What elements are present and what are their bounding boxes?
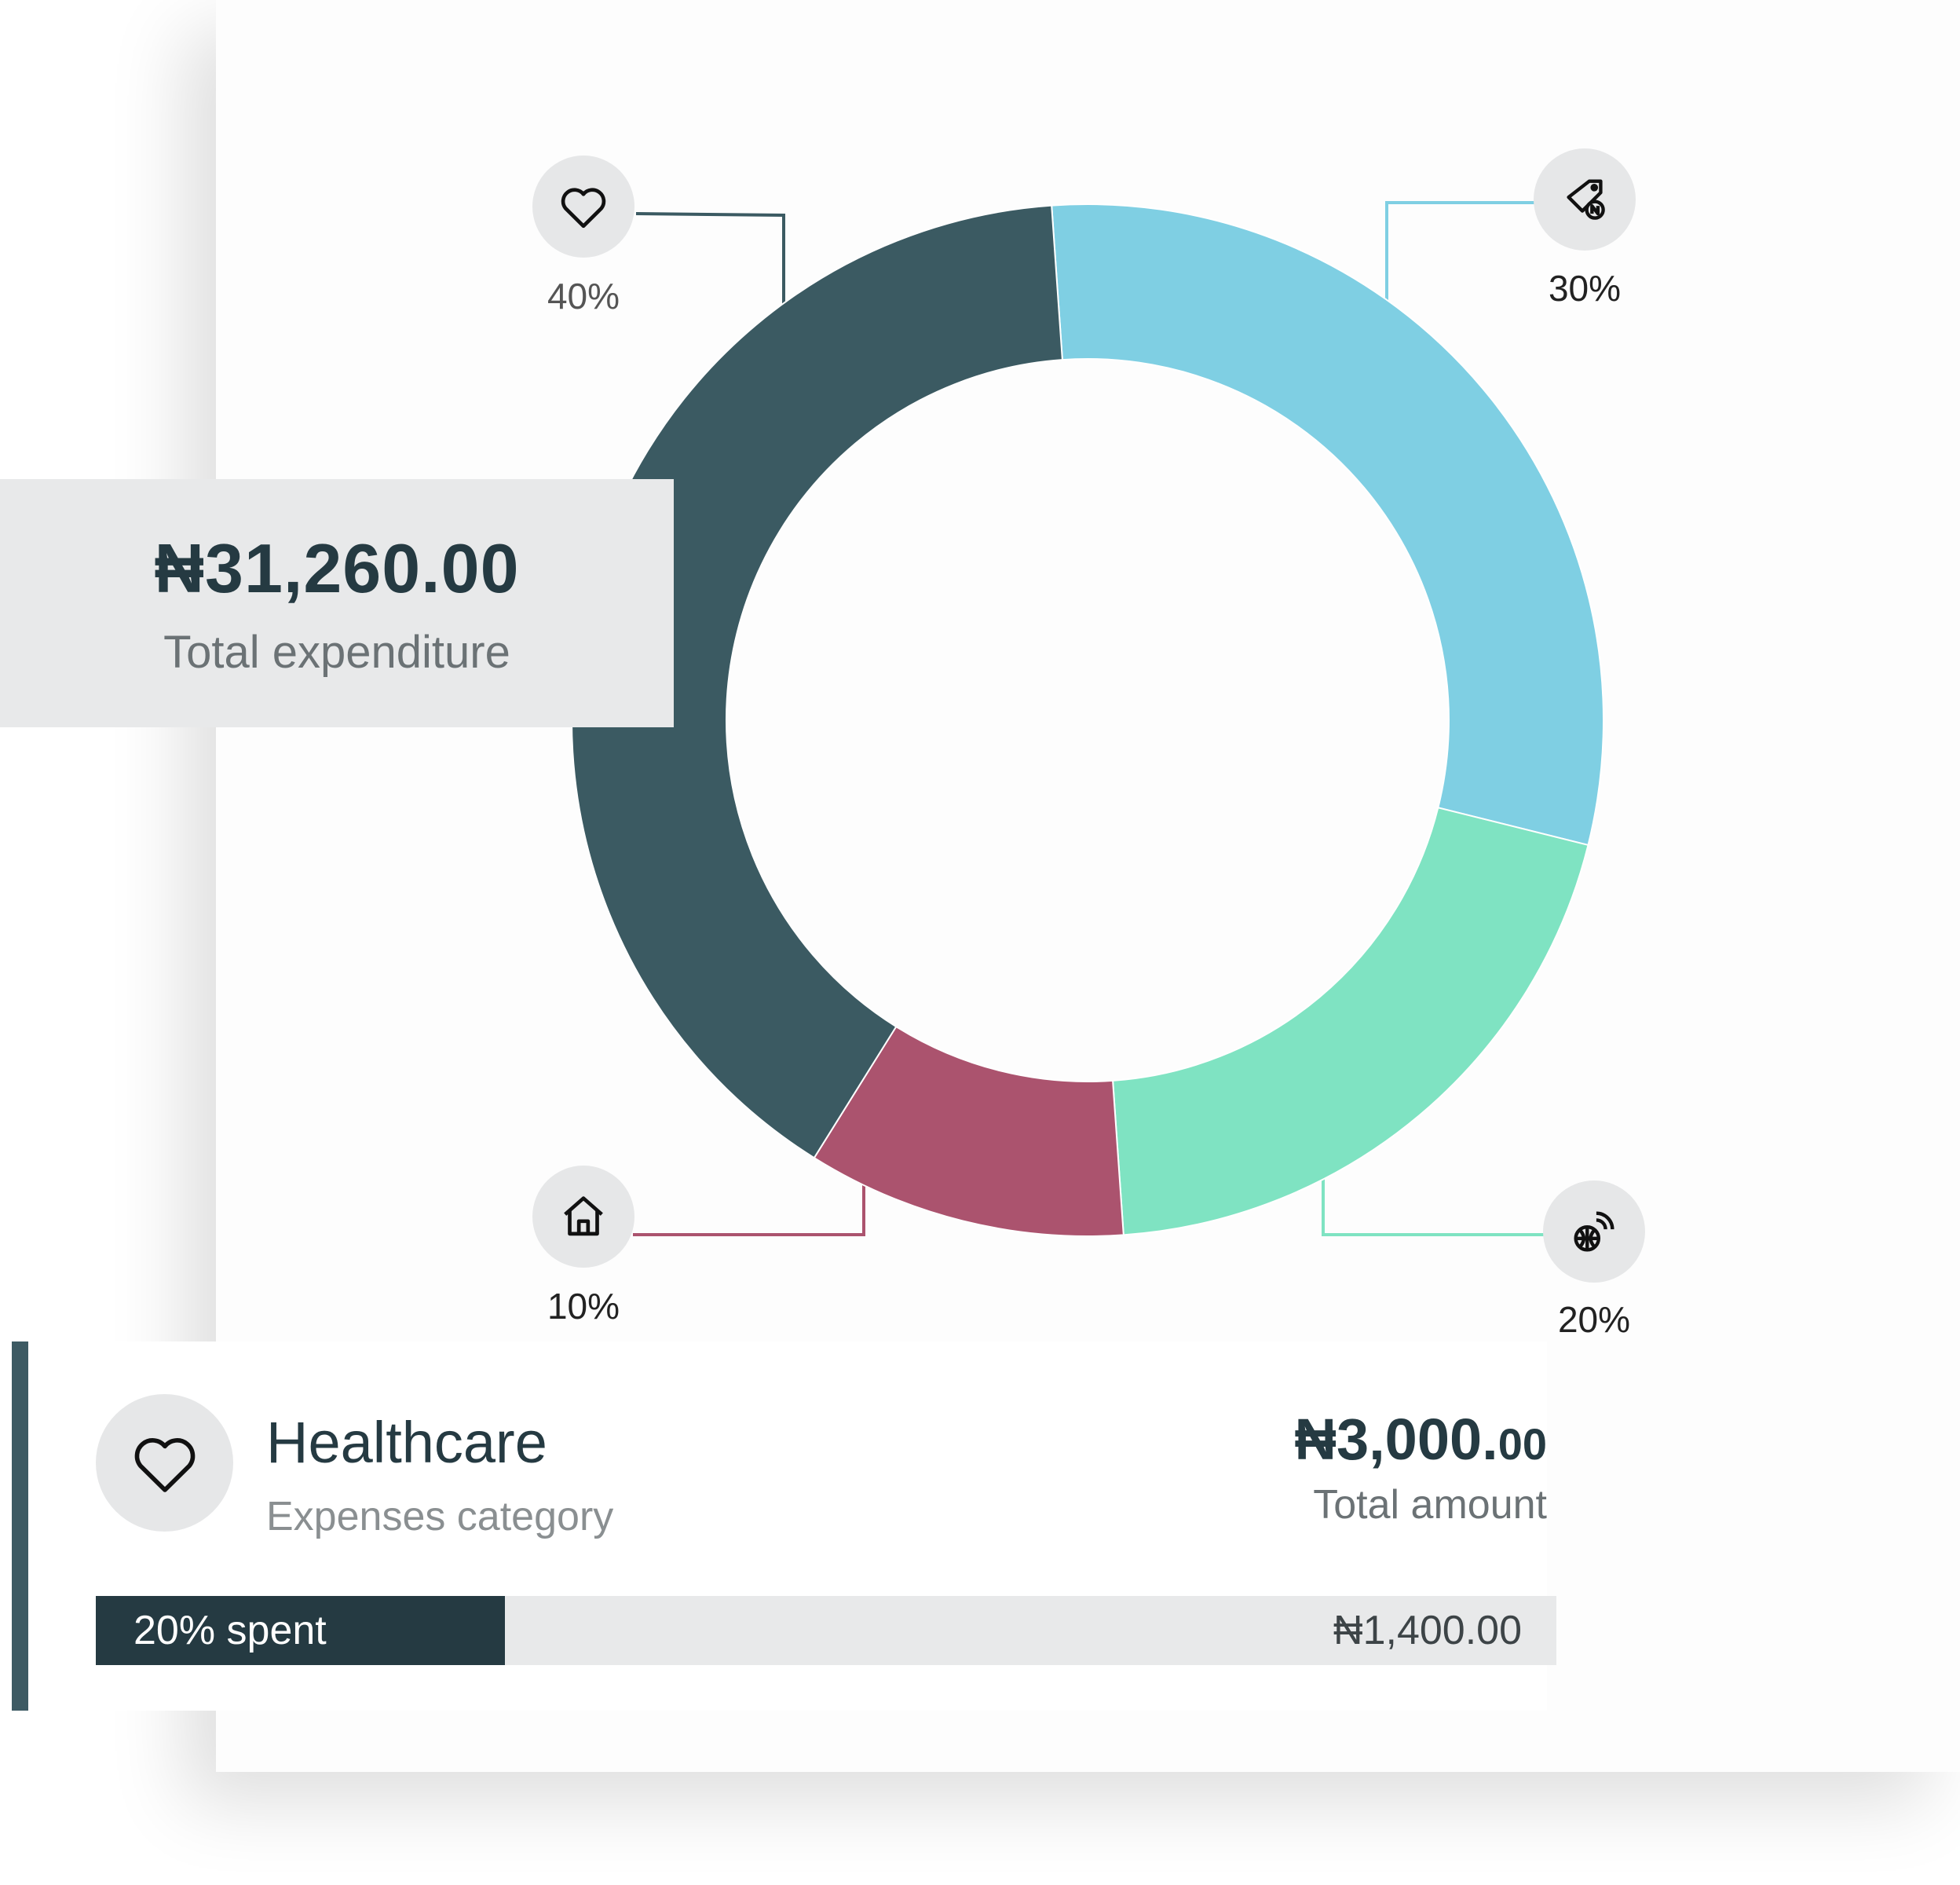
slice-label-heart: 40%	[547, 276, 620, 317]
slice-label-tag: 30%	[1548, 268, 1622, 309]
donut-slice-globe-wifi[interactable]	[1112, 807, 1589, 1236]
spend-progress-bar: 20% spent ₦1,400.00	[96, 1596, 1556, 1665]
category-name: Healthcare	[266, 1410, 547, 1475]
category-amount-cents: 00	[1497, 1419, 1547, 1469]
spend-remaining-amount: ₦1,400.00	[1333, 1608, 1522, 1653]
donut-slices	[571, 203, 1604, 1237]
home-icon[interactable]	[532, 1166, 634, 1268]
category-subtitle: Expenses category	[266, 1494, 614, 1539]
total-expenditure-label: Total expenditure	[163, 626, 510, 678]
category-total-amount: ₦3,000.00	[1295, 1406, 1547, 1473]
spend-progress-text: 20% spent	[133, 1608, 327, 1653]
heart-icon[interactable]	[532, 156, 634, 258]
connector-home	[633, 1178, 865, 1236]
heart-icon	[96, 1394, 233, 1532]
category-amount-label: Total amount	[1313, 1482, 1547, 1528]
category-amount-main: ₦3,000.	[1294, 1407, 1498, 1472]
total-expenditure-card: ₦31,260.00 Total expenditure	[0, 479, 674, 727]
money-tag-icon[interactable]	[1534, 148, 1636, 251]
category-card[interactable]: Healthcare Expenses category ₦3,000.00 T…	[12, 1341, 1556, 1711]
slice-label-home: 10%	[547, 1286, 620, 1327]
total-expenditure-amount: ₦31,260.00	[154, 529, 520, 607]
slice-label-globe: 20%	[1557, 1299, 1631, 1340]
globe-wifi-icon[interactable]	[1543, 1180, 1645, 1283]
connector-globe	[1322, 1170, 1544, 1236]
